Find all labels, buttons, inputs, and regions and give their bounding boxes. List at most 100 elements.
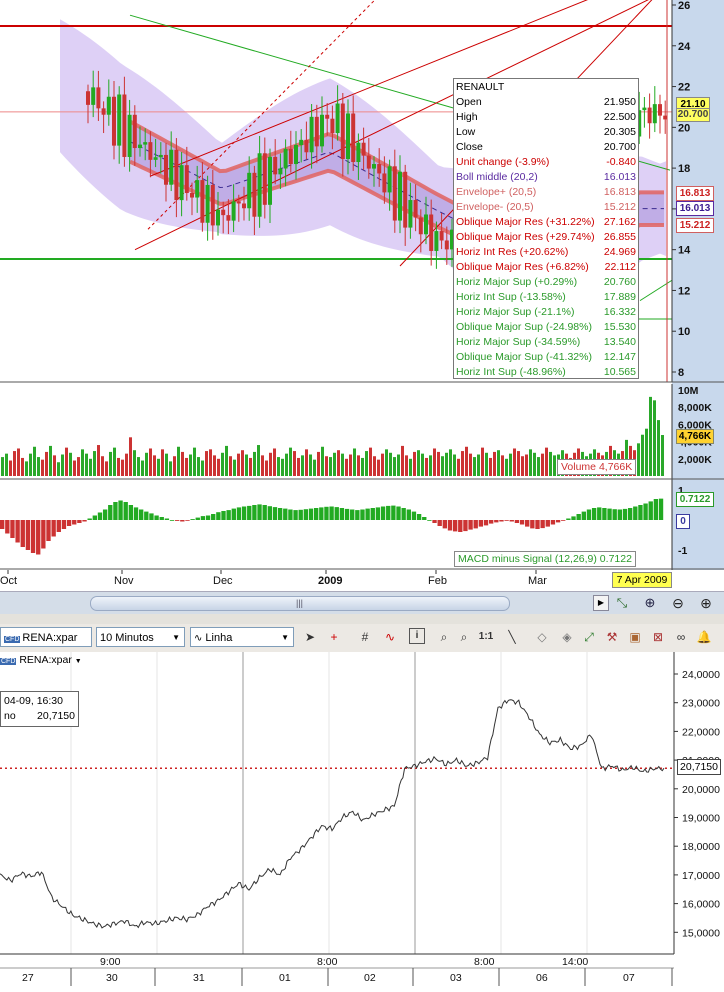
line-tool-icon[interactable]: ╲ xyxy=(503,628,521,646)
volume-bar xyxy=(657,420,660,476)
volume-bar xyxy=(109,451,112,476)
info-value: 16.332 xyxy=(603,306,636,318)
zoom-fit-icon[interactable]: ⤡ xyxy=(613,594,631,612)
volume-bar xyxy=(233,459,236,476)
macd-bar xyxy=(442,520,448,529)
envelope-plus-tag: 16.813 xyxy=(676,186,714,201)
macd-bar xyxy=(169,520,175,521)
macd-bar xyxy=(566,518,571,520)
volume-bar xyxy=(421,453,424,476)
indicator-icon[interactable]: ∿ xyxy=(381,628,399,646)
macd-bar xyxy=(365,508,370,520)
images-icon[interactable]: ▣ xyxy=(626,628,644,646)
volume-label: Volume 4,766K xyxy=(557,459,637,475)
macd-bar xyxy=(658,498,664,520)
volume-bar xyxy=(297,457,300,476)
expand-icon[interactable]: ⤢ xyxy=(580,628,598,646)
series-label[interactable]: CFD RENA:xpar ▼ xyxy=(0,654,82,668)
volume-bar xyxy=(77,457,80,476)
volume-bar xyxy=(445,452,448,476)
macd-bar xyxy=(483,520,489,526)
volume-bar xyxy=(473,457,476,476)
volume-bar xyxy=(301,455,304,476)
zoom-rect-icon[interactable]: ⊕ xyxy=(641,594,659,612)
tools-icon[interactable]: ⚒ xyxy=(603,628,621,646)
crosshair-icon[interactable]: + xyxy=(325,628,343,646)
volume-bar xyxy=(157,458,160,476)
symbol-input[interactable]: CFD RENA:xpar xyxy=(0,627,92,647)
zoom-out-icon[interactable]: ⊖ xyxy=(669,594,687,612)
volume-bar xyxy=(453,454,456,476)
info-row: Close 20.700 xyxy=(456,140,636,155)
macd-bar xyxy=(535,520,540,529)
erase-all-icon[interactable]: ◈ xyxy=(558,628,576,646)
tooltip-row: no 20,7150 xyxy=(4,709,75,724)
volume-bar xyxy=(513,448,516,476)
candle-body xyxy=(143,142,148,145)
info-value: 16.813 xyxy=(603,186,636,198)
volume-bar xyxy=(493,451,496,476)
volume-bar xyxy=(405,455,408,476)
eraser-icon[interactable]: ◇ xyxy=(533,628,551,646)
cursor-icon[interactable]: ➤ xyxy=(301,628,319,646)
macd-bar xyxy=(463,520,468,532)
macd-bar xyxy=(447,520,453,531)
macd-bar xyxy=(530,520,535,529)
zoom-one-icon[interactable]: ⌕ xyxy=(455,628,473,646)
alert-icon[interactable]: 🔔 xyxy=(695,628,713,646)
volume-bar xyxy=(81,449,84,476)
macd-bar xyxy=(478,520,484,527)
macd-bar xyxy=(458,520,463,532)
y-tick-label: 22 xyxy=(678,82,690,94)
interval-select[interactable]: 10 Minutos ▼ xyxy=(96,627,185,647)
macd-bar xyxy=(473,520,478,529)
volume-bar xyxy=(237,453,240,476)
volume-bar xyxy=(321,446,324,476)
candle-body xyxy=(101,108,106,115)
info-icon[interactable]: i xyxy=(409,628,425,644)
info-value: 12.147 xyxy=(603,351,636,363)
volume-bar xyxy=(137,457,140,476)
link-icon[interactable]: ∞ xyxy=(672,628,690,646)
volume-bar xyxy=(93,451,96,476)
close-all-icon[interactable]: ⊠ xyxy=(649,628,667,646)
info-row: Envelope- (20,5) 15.212 xyxy=(456,200,636,215)
chevron-down-icon: ▼ xyxy=(172,633,180,642)
volume-bar xyxy=(249,457,252,476)
candle-body xyxy=(169,149,174,185)
scrollbar-thumb[interactable]: ||| xyxy=(90,596,510,611)
info-value: 24.969 xyxy=(603,246,636,258)
volume-bar xyxy=(113,447,116,476)
candle-body xyxy=(361,142,366,156)
candle-body xyxy=(278,168,283,175)
candle-body xyxy=(106,96,111,115)
volume-bar xyxy=(541,453,544,476)
chart-scrollbar[interactable]: ||| ▶ ⤡ ⊕ ⊖ ⊕ xyxy=(0,591,724,615)
info-label: Low xyxy=(456,126,476,138)
macd-bar xyxy=(617,509,623,520)
intraday-time-label: 9:00 xyxy=(100,956,121,968)
candle-body xyxy=(179,165,184,201)
zoom-icon[interactable]: ⌕ xyxy=(435,628,453,646)
chart-type-select[interactable]: ∿ Linha ▼ xyxy=(190,627,294,647)
macd-bar xyxy=(391,505,396,520)
macd-bar xyxy=(262,505,267,520)
macd-bar xyxy=(97,512,103,520)
volume-bar xyxy=(337,450,340,476)
macd-bar xyxy=(46,520,51,541)
intraday-chart[interactable]: 24,000023,000022,000021,000020,000019,00… xyxy=(0,652,724,992)
y-tick-label: 12 xyxy=(678,285,690,297)
one-to-one-icon[interactable]: 1:1 xyxy=(477,628,495,646)
macd-bar xyxy=(180,520,185,522)
candle-body xyxy=(304,139,309,153)
volume-bar xyxy=(413,451,416,476)
candle-body xyxy=(392,166,397,221)
macd-bar xyxy=(0,520,5,529)
volume-tick-label: 2,000K xyxy=(678,454,712,466)
zoom-in-icon[interactable]: ⊕ xyxy=(697,594,715,612)
scroll-right-button[interactable]: ▶ xyxy=(593,595,609,611)
grid-icon[interactable]: # xyxy=(356,628,374,646)
candle-body xyxy=(652,104,657,124)
intraday-time-label: 14:00 xyxy=(562,956,588,968)
macd-bar xyxy=(550,520,556,525)
